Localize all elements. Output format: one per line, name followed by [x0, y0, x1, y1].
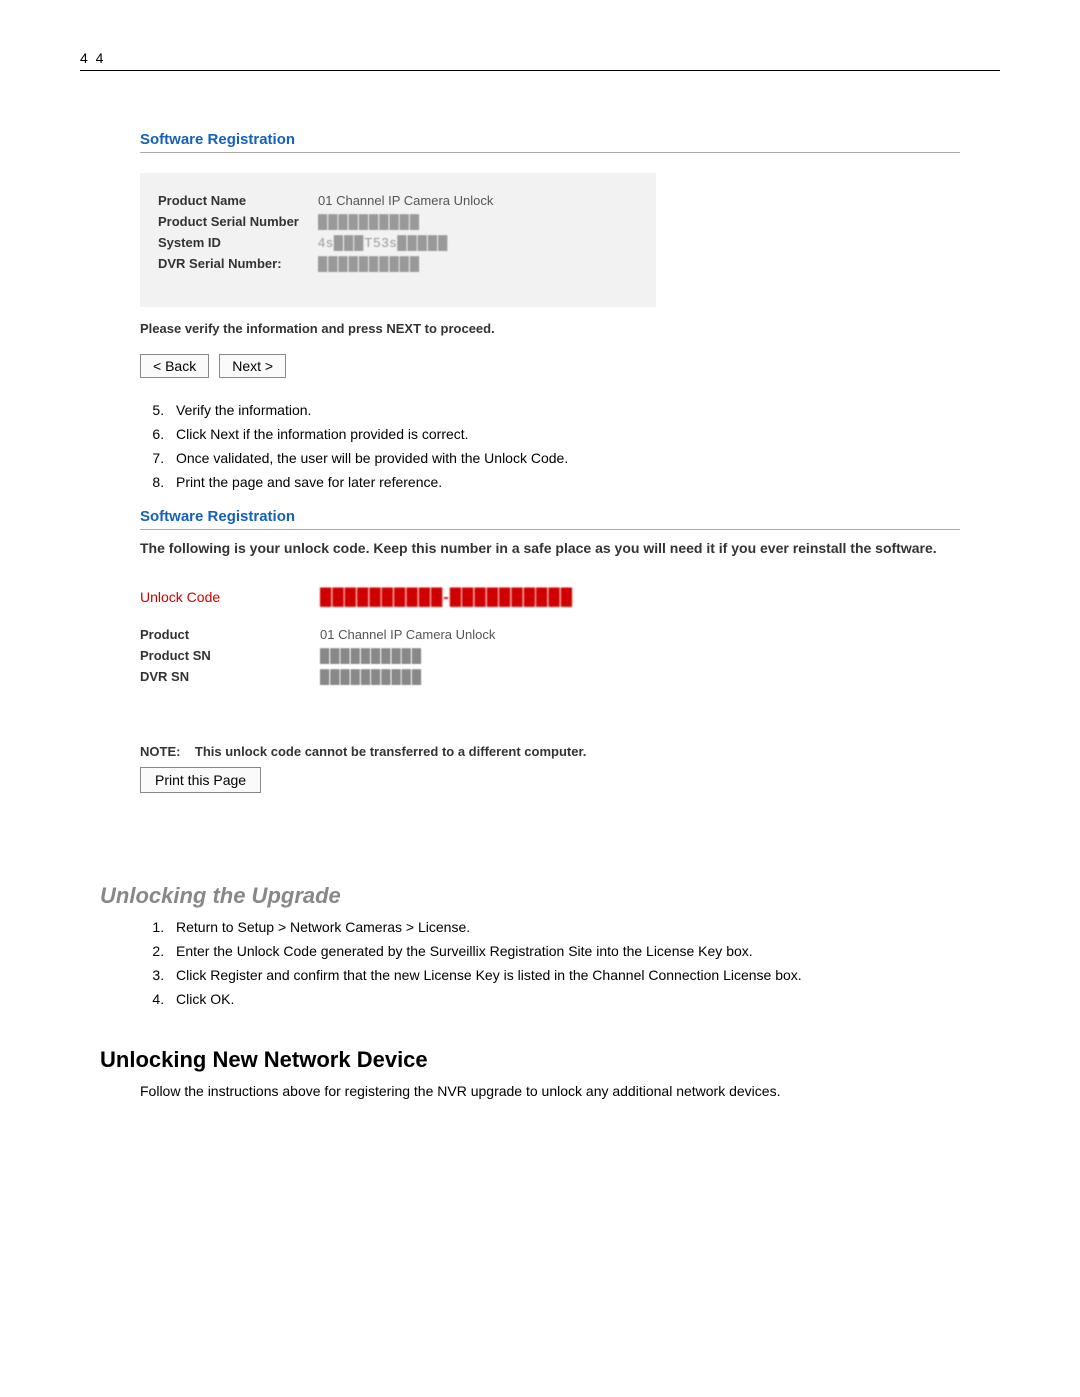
- info-row-product-serial: Product Serial Number ██████████: [158, 214, 638, 229]
- info-row-dvr-serial: DVR Serial Number: ██████████: [158, 256, 638, 271]
- info-label: Product Serial Number: [158, 214, 318, 229]
- info-label: Product Name: [158, 193, 318, 208]
- product-info-box: Product Name 01 Channel IP Camera Unlock…: [140, 173, 656, 307]
- result-label: Product: [140, 627, 320, 642]
- page-number: 4 4: [80, 50, 1000, 71]
- info-label: DVR Serial Number:: [158, 256, 318, 271]
- section-heading-unlocking-new-device: Unlocking New Network Device: [100, 1047, 960, 1073]
- print-page-button[interactable]: Print this Page: [140, 767, 261, 793]
- next-button[interactable]: Next >: [219, 354, 286, 378]
- step-item: Once validated, the user will be provide…: [168, 450, 960, 466]
- panel-header: Software Registration: [140, 508, 960, 530]
- result-label: Product SN: [140, 648, 320, 663]
- steps-list-1: Verify the information. Click Next if th…: [140, 402, 960, 490]
- result-row-product-sn: Product SN ██████████: [140, 648, 960, 663]
- result-row-product: Product 01 Channel IP Camera Unlock: [140, 627, 960, 642]
- software-registration-panel-2: Software Registration The following is y…: [140, 508, 960, 843]
- step-item: Print the page and save for later refere…: [168, 474, 960, 490]
- result-row-dvr-sn: DVR SN ██████████: [140, 669, 960, 684]
- info-row-product-name: Product Name 01 Channel IP Camera Unlock: [158, 193, 638, 208]
- info-value: 01 Channel IP Camera Unlock: [318, 193, 493, 208]
- info-value: ██████████: [318, 256, 420, 271]
- result-value: ██████████: [320, 669, 422, 684]
- steps-list-2: Return to Setup > Network Cameras > Lice…: [140, 919, 960, 1007]
- unlock-code-label: Unlock Code: [140, 589, 320, 607]
- note-text: This unlock code cannot be transferred t…: [195, 744, 587, 759]
- back-button[interactable]: < Back: [140, 354, 209, 378]
- step-item: Enter the Unlock Code generated by the S…: [168, 943, 960, 959]
- unlock-code-value: ██████████-██████████: [320, 589, 573, 607]
- unlock-code-row: Unlock Code ██████████-██████████: [140, 589, 960, 607]
- note-line: NOTE: This unlock code cannot be transfe…: [140, 744, 960, 759]
- step-item: Click OK.: [168, 991, 960, 1007]
- info-label: System ID: [158, 235, 318, 250]
- note-label: NOTE:: [140, 744, 180, 759]
- panel-header: Software Registration: [140, 131, 960, 153]
- info-value: 4s███T53s█████: [318, 235, 448, 250]
- software-registration-panel-1: Software Registration Product Name 01 Ch…: [140, 131, 960, 378]
- result-value: ██████████: [320, 648, 422, 663]
- section-heading-unlocking-upgrade: Unlocking the Upgrade: [100, 883, 960, 909]
- verify-instruction: Please verify the information and press …: [140, 321, 960, 336]
- step-item: Click Next if the information provided i…: [168, 426, 960, 442]
- step-item: Verify the information.: [168, 402, 960, 418]
- info-value: ██████████: [318, 214, 420, 229]
- info-row-system-id: System ID 4s███T53s█████: [158, 235, 638, 250]
- step-item: Click Register and confirm that the new …: [168, 967, 960, 983]
- result-label: DVR SN: [140, 669, 320, 684]
- section-body-text: Follow the instructions above for regist…: [140, 1083, 960, 1099]
- step-item: Return to Setup > Network Cameras > Lice…: [168, 919, 960, 935]
- unlock-intro-text: The following is your unlock code. Keep …: [140, 538, 960, 559]
- result-value: 01 Channel IP Camera Unlock: [320, 627, 495, 642]
